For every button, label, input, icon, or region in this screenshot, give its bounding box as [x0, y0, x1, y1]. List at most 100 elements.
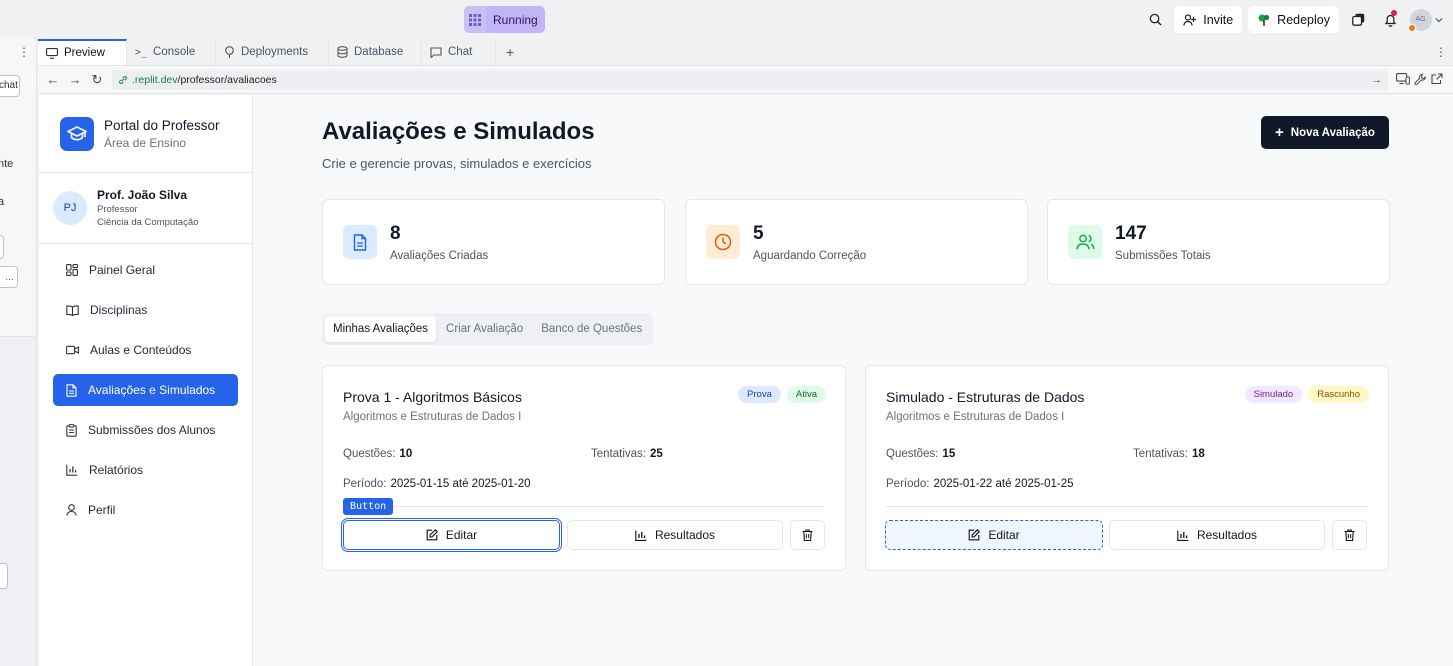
delete-button[interactable] — [1332, 520, 1367, 550]
tab-label: Chat — [448, 46, 473, 58]
bar-chart-icon — [66, 464, 78, 476]
assessment-card: Simulado - Estruturas de Dados Algoritmo… — [865, 365, 1389, 571]
sidebar-item-relatorios[interactable]: Relatórios — [53, 454, 238, 486]
results-label: Resultados — [1196, 528, 1258, 542]
tab-minhas-avaliacoes[interactable]: Minhas Avaliações — [325, 316, 437, 342]
tab-preview[interactable]: Preview — [38, 39, 127, 65]
brand: Portal do Professor Área de Ensino — [39, 95, 252, 173]
go-icon[interactable]: → — [1372, 74, 1383, 86]
more-icon[interactable]: ⋮ — [1435, 45, 1447, 59]
results-button[interactable]: Resultados — [1109, 520, 1325, 550]
sidebar-item-label: Aulas e Conteúdos — [90, 343, 192, 357]
stat-card-aguardando: 5 Aguardando Correção — [685, 199, 1028, 285]
video-icon — [66, 345, 79, 355]
tab-banco-questoes[interactable]: Banco de Questões — [533, 316, 650, 342]
devices-icon[interactable] — [1396, 73, 1410, 85]
workspace-tabs: Preview >_ Console Deployments Database … — [38, 39, 1453, 66]
sidebar-item-perfil[interactable]: Perfil — [53, 494, 238, 526]
tab-chat[interactable]: Chat — [422, 39, 496, 65]
bar-chart-icon — [635, 530, 647, 541]
url-input[interactable]: .replit.dev/professor/avaliacoes → — [112, 69, 1388, 90]
run-status-label: Running — [486, 6, 545, 33]
sidebar-item-disciplinas[interactable]: Disciplinas — [53, 294, 238, 326]
back-icon[interactable]: ← — [42, 72, 64, 87]
user-icon — [66, 504, 77, 516]
attempts-label: Tentativas: — [591, 448, 646, 460]
chat-button-fragment[interactable]: chat — [0, 75, 20, 97]
new-assessment-button[interactable]: + Nova Avaliação — [1261, 116, 1389, 149]
notification-dot — [1391, 10, 1397, 16]
brand-subtitle: Área de Ensino — [104, 135, 187, 150]
divider — [343, 506, 825, 507]
tab-deployments[interactable]: Deployments — [216, 39, 329, 65]
grid-icon — [464, 6, 486, 33]
trash-icon — [1344, 529, 1355, 541]
select-fragment[interactable]: … — [0, 266, 18, 288]
redeploy-label: Redeploy — [1277, 12, 1330, 27]
redeploy-button[interactable]: Redeploy — [1248, 6, 1339, 33]
stat-value: 147 — [1115, 223, 1147, 244]
edit-button[interactable]: Editar — [341, 518, 562, 552]
url-host: .replit.dev — [132, 73, 178, 86]
external-link-icon[interactable] — [1431, 73, 1443, 85]
trash-icon — [802, 529, 813, 541]
chat-label-fragment: chat — [0, 80, 18, 91]
more-icon[interactable]: ⋮ — [18, 45, 30, 59]
forward-icon[interactable]: → — [64, 72, 86, 87]
add-tab-button[interactable]: + — [496, 39, 524, 65]
edit-icon — [968, 529, 981, 541]
stat-card-submissoes: 147 Submissões Totais — [1047, 199, 1390, 285]
sidebar-nav: Painel Geral Disciplinas Aulas e Conteúd… — [39, 244, 252, 526]
plus-icon: + — [1275, 124, 1284, 141]
text-fragment: nte — [0, 158, 14, 170]
account-menu[interactable]: AG — [1407, 6, 1443, 33]
user-name: Prof. João Silva — [97, 188, 188, 202]
reload-icon[interactable]: ↻ — [86, 72, 108, 88]
attempts-value: 18 — [1191, 448, 1205, 460]
wrench-icon[interactable] — [1414, 73, 1427, 86]
layers-icon[interactable] — [1345, 6, 1371, 33]
edit-button[interactable]: Editar — [885, 520, 1103, 550]
tab-label: Deployments — [241, 46, 309, 58]
chevron-down-icon — [1435, 17, 1442, 22]
add-user-icon — [1183, 13, 1197, 26]
clock-icon — [706, 225, 740, 259]
questions-value: 15 — [942, 448, 956, 460]
workspace-topbar: Running Invite Redeploy AG — [0, 0, 1453, 39]
avatar: PJ — [53, 191, 87, 225]
delete-button[interactable] — [790, 520, 825, 550]
edit-label: Editar — [445, 528, 478, 542]
url-path: /professor/avaliacoes — [177, 73, 277, 86]
tab-console[interactable]: >_ Console — [127, 39, 216, 65]
book-icon — [66, 304, 79, 316]
input-fragment[interactable] — [0, 235, 4, 259]
sidebar-item-label: Avaliações e Simulados — [88, 383, 216, 397]
tab-database[interactable]: Database — [329, 39, 422, 65]
database-icon — [337, 46, 348, 58]
tab-criar-avaliacao[interactable]: Criar Avaliação — [438, 316, 531, 342]
questions-label: Questões: — [343, 448, 396, 460]
results-button[interactable]: Resultados — [567, 520, 783, 550]
sidebar-item-aulas[interactable]: Aulas e Conteúdos — [53, 334, 238, 366]
invite-button[interactable]: Invite — [1174, 6, 1243, 33]
sidebar: Portal do Professor Área de Ensino PJ Pr… — [39, 95, 253, 666]
search-icon[interactable] — [1142, 6, 1168, 33]
invite-label: Invite — [1203, 12, 1234, 27]
sidebar-item-painel-geral[interactable]: Painel Geral — [53, 254, 238, 286]
chat-icon — [430, 46, 442, 58]
notifications-icon[interactable] — [1377, 6, 1403, 33]
panel-section — [0, 336, 36, 666]
card-course: Algoritmos e Estruturas de Dados I — [886, 411, 1065, 423]
sidebar-item-avaliacoes[interactable]: Avaliações e Simulados — [53, 374, 238, 406]
brand-title: Portal do Professor — [104, 117, 220, 133]
input-fragment[interactable] — [0, 563, 8, 589]
avatar-initials: AG — [1415, 16, 1426, 23]
file-text-icon — [66, 383, 77, 397]
questions-count: Questões: 10 — [343, 448, 412, 460]
run-status[interactable]: Running — [464, 6, 545, 33]
sidebar-item-submissoes[interactable]: Submissões dos Alunos — [53, 414, 238, 446]
inspector-tooltip: Button — [343, 498, 394, 515]
status-badge: Rascunho — [1308, 386, 1369, 403]
sidebar-item-label: Relatórios — [89, 463, 144, 477]
card-title: Simulado - Estruturas de Dados — [886, 389, 1085, 405]
